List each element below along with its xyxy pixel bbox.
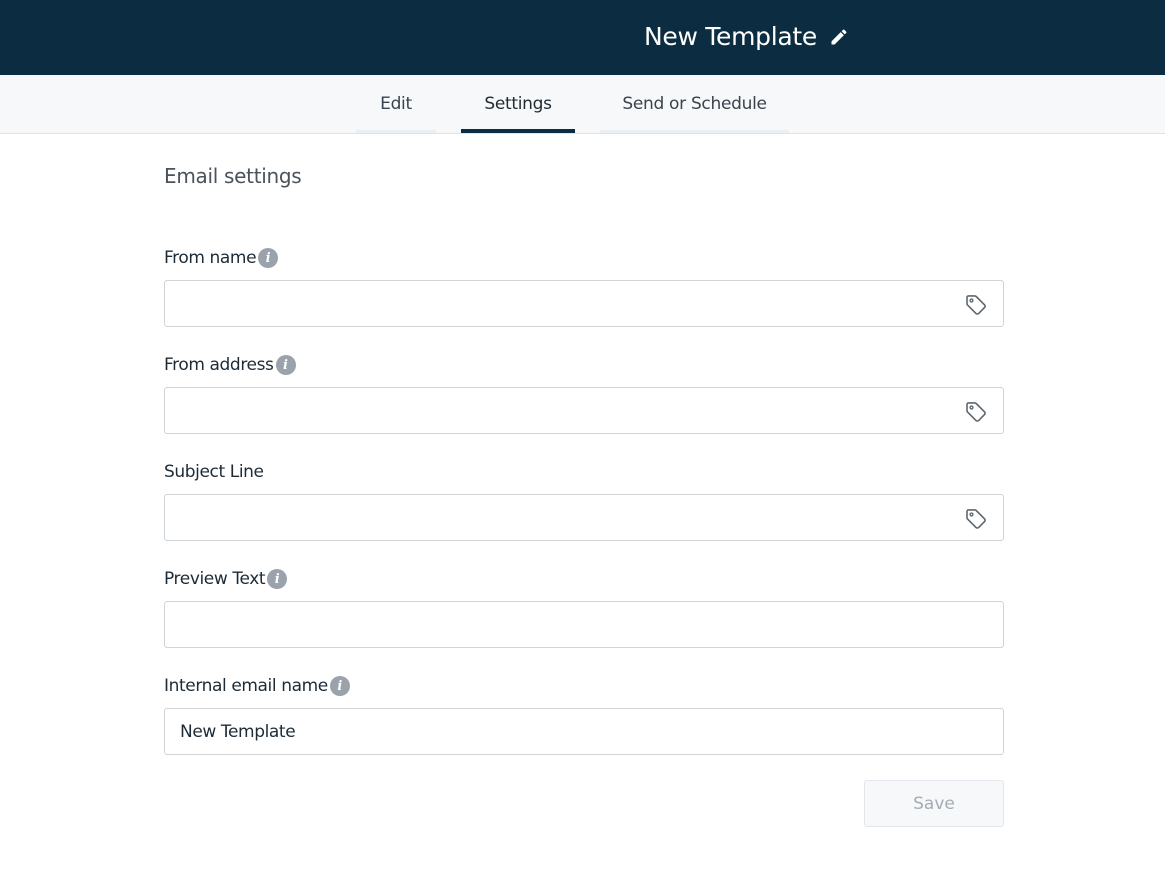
template-title: New Template [644, 22, 817, 51]
subject-line-label: Subject Line [164, 462, 264, 482]
tab-edit-underline [356, 130, 436, 133]
pencil-icon[interactable] [829, 27, 849, 47]
preview-text-input[interactable] [165, 602, 1003, 647]
from-address-input[interactable] [165, 388, 1003, 433]
top-header: New Template [0, 0, 1165, 75]
from-name-label: From name [164, 248, 257, 268]
preview-text-field-box [164, 601, 1004, 648]
from-name-input[interactable] [165, 281, 1003, 326]
from-name-field-box [164, 280, 1004, 327]
save-button[interactable]: Save [864, 780, 1004, 827]
internal-email-name-label: Internal email name [164, 676, 328, 696]
preview-text-label-row: Preview Text i [164, 567, 288, 591]
tab-send-or-schedule-label: Send or Schedule [622, 94, 767, 114]
from-address-label-row: From address i [164, 353, 296, 377]
tab-edit-label: Edit [380, 94, 412, 114]
subject-line-label-row: Subject Line [164, 460, 264, 484]
tab-send-or-schedule[interactable]: Send or Schedule [600, 75, 789, 133]
template-title-wrap: New Template [644, 20, 849, 54]
from-name-label-row: From name i [164, 246, 279, 270]
preview-text-label: Preview Text [164, 569, 266, 589]
info-icon[interactable]: i [275, 355, 296, 375]
tag-icon[interactable] [964, 507, 988, 531]
tag-icon[interactable] [964, 400, 988, 424]
from-address-label: From address [164, 355, 274, 375]
internal-email-name-input[interactable] [165, 709, 1003, 754]
subject-line-field-box [164, 494, 1004, 541]
tab-settings[interactable]: Settings [461, 75, 575, 133]
from-address-field-box [164, 387, 1004, 434]
tab-settings-underline [461, 129, 575, 133]
tab-send-or-schedule-underline [600, 130, 789, 133]
section-title: Email settings [164, 164, 302, 188]
subject-line-input[interactable] [165, 495, 1003, 540]
info-icon[interactable]: i [258, 248, 279, 268]
tab-settings-label: Settings [484, 94, 552, 114]
internal-email-name-field-box [164, 708, 1004, 755]
info-icon[interactable]: i [267, 569, 288, 589]
tag-icon[interactable] [964, 293, 988, 317]
tabs-bar: Edit Settings Send or Schedule [0, 75, 1165, 134]
internal-email-name-label-row: Internal email name i [164, 674, 350, 698]
info-icon[interactable]: i [329, 676, 350, 696]
tab-edit[interactable]: Edit [356, 75, 436, 133]
